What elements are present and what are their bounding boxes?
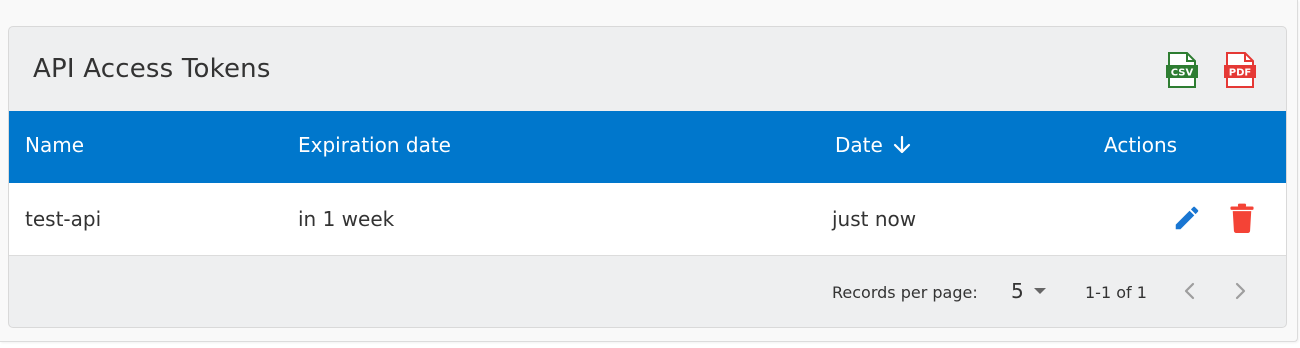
cell-expiration: in 1 week	[298, 207, 395, 231]
column-header-date-label: Date	[835, 133, 883, 157]
column-header-actions: Actions	[1104, 133, 1178, 157]
pdf-label: PDF	[1229, 68, 1251, 79]
records-per-page-select[interactable]: 5	[1011, 278, 1046, 304]
cell-date: just now	[832, 207, 917, 231]
pencil-icon	[1175, 206, 1199, 230]
arrow-down-icon	[893, 135, 910, 154]
column-header-date[interactable]: Date	[835, 133, 911, 157]
export-pdf-button[interactable]: PDF	[1223, 52, 1257, 88]
table-header: Name Expiration date Date Actions	[9, 111, 1286, 183]
records-per-page-label: Records per page:	[832, 283, 978, 302]
cell-name: test-api	[25, 207, 102, 231]
trash-icon	[1230, 203, 1254, 233]
caret-down-icon	[1033, 288, 1046, 294]
export-csv-button[interactable]: CSV	[1165, 52, 1199, 88]
table-row: test-api in 1 week just now	[9, 183, 1286, 256]
card-title: API Access Tokens	[33, 54, 271, 84]
chevron-left-icon	[1184, 282, 1195, 300]
tokens-table: Name Expiration date Date Actions test-a…	[9, 111, 1286, 256]
delete-token-button[interactable]	[1229, 203, 1255, 233]
column-header-name[interactable]: Name	[25, 133, 84, 157]
table-footer: Records per page: 5 1-1 of 1	[9, 256, 1286, 327]
csv-file-icon: CSV	[1166, 52, 1198, 88]
edit-token-button[interactable]	[1172, 203, 1202, 233]
pagination-range: 1-1 of 1	[1085, 283, 1147, 302]
next-page-button[interactable]	[1228, 278, 1252, 304]
card-header: API Access Tokens CSV PDF	[9, 27, 1286, 111]
chevron-right-icon	[1235, 282, 1246, 300]
previous-page-button[interactable]	[1178, 278, 1202, 304]
api-tokens-card: API Access Tokens CSV PDF Name Expiratio…	[8, 26, 1287, 328]
column-header-expiration[interactable]: Expiration date	[298, 133, 451, 157]
pdf-file-icon: PDF	[1224, 52, 1256, 88]
records-per-page-value: 5	[1011, 279, 1024, 303]
csv-label: CSV	[1171, 68, 1194, 79]
